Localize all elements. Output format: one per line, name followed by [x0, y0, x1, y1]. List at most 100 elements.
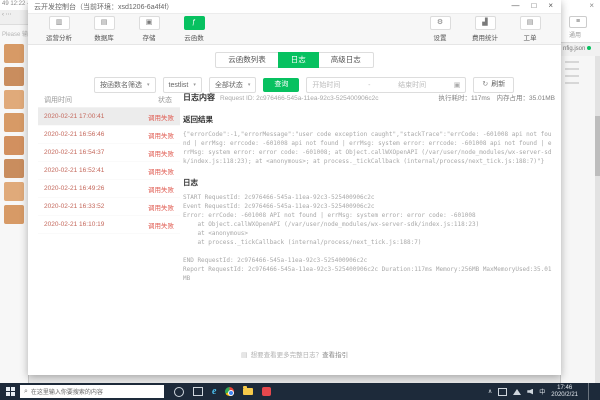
- dialog-footer: ▤ 想要查看更多完整日志？查看指引: [28, 349, 561, 359]
- taskbar-search-input[interactable]: ⌕ 在这里输入你要搜索的内容: [20, 385, 164, 398]
- table-row[interactable]: 2020-02-21 16:10:19 调用失败: [38, 216, 180, 234]
- menu-icon[interactable]: ≡: [569, 16, 587, 28]
- tab-advanced-logs[interactable]: 高级日志: [317, 52, 374, 68]
- invocation-time: 2020-02-21 16:10:19: [44, 221, 105, 228]
- log-detail-panel: 日志内容 Request ID: 2c976466-545a-11ea-92c3…: [183, 92, 555, 283]
- show-desktop-button[interactable]: [588, 383, 592, 400]
- nav-cloud-function-button[interactable]: ƒ 云函数: [179, 16, 209, 42]
- minimize-button[interactable]: —: [511, 1, 519, 10]
- refresh-icon: ↻: [482, 81, 489, 88]
- cortana-icon[interactable]: [174, 386, 184, 397]
- display-icon[interactable]: [498, 387, 508, 396]
- nav-label: 运营分析: [46, 35, 72, 42]
- refresh-button[interactable]: ↻ 刷新: [473, 77, 515, 93]
- date-separator: -: [368, 81, 371, 89]
- start-button[interactable]: [0, 387, 20, 396]
- storage-icon: ▣: [138, 16, 160, 30]
- calendar-icon: ▣: [453, 82, 461, 89]
- chevron-down-icon: ▾: [193, 82, 196, 88]
- chevron-down-icon: ▾: [247, 82, 251, 88]
- close-button[interactable]: ×: [548, 1, 553, 10]
- log-line: at <anonymous>: [183, 230, 249, 237]
- status-badge: 调用失败: [148, 150, 174, 158]
- chevron-down-icon: ▾: [147, 82, 150, 88]
- background-devtools-right: × ≡ 通用 nfig.json: [560, 0, 600, 383]
- edge-browser-icon[interactable]: e: [212, 386, 216, 397]
- invocation-time: 2020-02-21 16:56:46: [44, 131, 105, 138]
- book-cover-thumbnail: [4, 182, 24, 201]
- pinned-app-icon[interactable]: [262, 387, 272, 396]
- file-explorer-icon[interactable]: [243, 386, 254, 395]
- status-filter-select[interactable]: 全部状态 ▾: [208, 77, 257, 93]
- settings-button[interactable]: ⚙ 设置: [425, 16, 455, 42]
- clock-date: 2020/2/21: [551, 391, 578, 398]
- table-row[interactable]: 2020-02-21 16:54:37 调用失败: [38, 144, 180, 162]
- end-time-placeholder: 结束时间: [398, 82, 427, 89]
- tab-logs[interactable]: 日志: [277, 52, 319, 68]
- scrollbar-thumb[interactable]: [595, 116, 600, 176]
- simulator-search-hint: Please 输...: [2, 32, 29, 38]
- billing-stats-button[interactable]: ▟ 费用统计: [470, 16, 500, 42]
- nav-analytics-button[interactable]: ▥ 运营分析: [44, 16, 74, 42]
- function-name-select[interactable]: testlist ▾: [162, 77, 202, 93]
- status-badge: 调用失败: [148, 132, 174, 140]
- log-heading: 日志: [183, 178, 198, 187]
- task-view-icon[interactable]: [193, 387, 203, 396]
- gear-icon: ⚙: [429, 16, 451, 30]
- clock-time: 17:46: [557, 384, 573, 391]
- table-row[interactable]: 2020-02-21 16:33:52 调用失败: [38, 198, 180, 216]
- network-icon[interactable]: [513, 388, 522, 395]
- log-line: Report RequestId: 2c976466-545a-11ea-92c…: [183, 266, 552, 282]
- table-header: 调用时间 状态: [38, 92, 180, 108]
- chrome-browser-icon[interactable]: [225, 387, 235, 396]
- window-title: 云开发控制台（当前环境：xsd1206-6a4f4f）: [34, 4, 174, 11]
- table-row[interactable]: 2020-02-21 16:56:46 调用失败: [38, 126, 180, 144]
- tab-function-list[interactable]: 云函数列表: [215, 52, 279, 68]
- log-filter-bar: 按函数名筛选 ▾ testlist ▾ 全部状态 ▾ 查询 开始时间 - 结束时…: [94, 77, 561, 93]
- status-badge: 调用失败: [148, 204, 174, 212]
- maximize-button[interactable]: □: [531, 1, 536, 10]
- query-button[interactable]: 查询: [263, 78, 300, 92]
- invocation-time: 2020-02-21 16:54:37: [44, 149, 105, 156]
- nav-storage-button[interactable]: ▣ 存储: [134, 16, 164, 42]
- action-label: 设置: [433, 35, 447, 42]
- log-line: END RequestId: 2c976466-545a-11ea-92c3-5…: [183, 257, 368, 264]
- table-row[interactable]: 2020-02-21 16:49:26 调用失败: [38, 180, 180, 198]
- editor-file-tab[interactable]: nfig.json: [561, 42, 600, 57]
- action-label: 费用统计: [472, 35, 498, 42]
- start-time-placeholder: 开始时间: [312, 82, 341, 89]
- simulator-toolbar: ‹ ⋯: [0, 10, 28, 25]
- ticket-button[interactable]: ▤ 工单: [515, 16, 545, 42]
- system-tray: ∧ 中 17:46 2020/2/21: [488, 383, 592, 400]
- status-badge: 调用失败: [148, 114, 174, 122]
- detail-title: 日志内容: [183, 93, 215, 102]
- result-heading: 返回结果: [183, 115, 213, 124]
- table-row[interactable]: 2020-02-21 16:52:41 调用失败: [38, 162, 180, 180]
- invocation-table: 调用时间 状态 2020-02-21 17:00:41 调用失败 2020-02…: [38, 92, 180, 234]
- date-range-input[interactable]: 开始时间 - 结束时间 ▣: [306, 77, 467, 93]
- volume-icon[interactable]: [527, 388, 534, 395]
- nav-database-button[interactable]: ▤ 数据库: [89, 16, 119, 42]
- name-filter-select[interactable]: 按函数名筛选 ▾: [94, 77, 156, 93]
- book-cover-thumbnail: [4, 136, 24, 155]
- footer-guide-link[interactable]: 查看指引: [322, 352, 348, 359]
- window-title-bar: 云开发控制台（当前环境：xsd1206-6a4f4f） — □ ×: [28, 0, 561, 13]
- log-line: at Object.callWXOpenAPI (/var/user/node_…: [183, 221, 480, 228]
- background-devtools-left: 49 12:22 - ‹ ⋯ Please 输...: [0, 0, 29, 383]
- input-language-indicator[interactable]: 中: [539, 387, 545, 396]
- toolbar-action-group: ⚙ 设置 ▟ 费用统计 ▤ 工单: [425, 16, 545, 42]
- tray-expand-icon[interactable]: ∧: [488, 388, 492, 395]
- taskbar-clock[interactable]: 17:46 2020/2/21: [551, 385, 578, 399]
- analytics-icon: ▥: [48, 16, 70, 30]
- log-line: Event RequestId: 2c976466-545a-11ea-92c3…: [183, 203, 375, 210]
- status-badge: 调用失败: [148, 186, 174, 194]
- column-header-time: 调用时间: [44, 96, 72, 104]
- book-cover-thumbnail: [4, 67, 24, 86]
- close-icon[interactable]: ×: [589, 1, 594, 10]
- editor-scrollbar[interactable]: [595, 56, 600, 383]
- ticket-icon: ▤: [519, 16, 541, 30]
- log-line: Error: errCode: -601008 API not found | …: [183, 212, 476, 219]
- nav-label: 云函数: [184, 35, 204, 42]
- table-row[interactable]: 2020-02-21 17:00:41 调用失败: [38, 108, 180, 126]
